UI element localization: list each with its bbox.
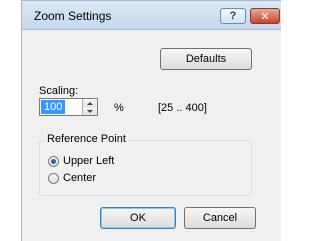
close-icon: ✕ bbox=[260, 10, 270, 23]
help-icon: ? bbox=[229, 10, 237, 22]
spin-down-button[interactable] bbox=[83, 107, 97, 115]
radio-button-upper-left[interactable] bbox=[48, 155, 59, 167]
spin-buttons bbox=[82, 99, 97, 115]
defaults-button[interactable]: Defaults bbox=[160, 48, 252, 70]
scaling-range-label: [25 .. 400] bbox=[158, 102, 207, 114]
reference-point-legend: Reference Point bbox=[45, 133, 128, 145]
percent-unit-label: % bbox=[114, 102, 124, 114]
help-button[interactable]: ? bbox=[220, 8, 246, 24]
radio-selected-dot bbox=[51, 158, 56, 164]
cancel-button[interactable]: Cancel bbox=[184, 207, 256, 229]
radio-upper-left[interactable]: Upper Left bbox=[48, 155, 114, 167]
ok-button[interactable]: OK bbox=[100, 207, 176, 229]
reference-point-group bbox=[39, 140, 252, 196]
zoom-settings-dialog: Zoom Settings ? ✕ bbox=[21, 0, 281, 241]
window-title: Zoom Settings bbox=[34, 9, 112, 23]
radio-center-label[interactable]: Center bbox=[63, 172, 96, 184]
radio-upper-left-label[interactable]: Upper Left bbox=[63, 155, 114, 167]
title-bar[interactable]: Zoom Settings ? ✕ bbox=[22, 1, 281, 30]
scaling-label: Scaling: bbox=[39, 85, 79, 97]
scaling-spinbox[interactable]: 100 bbox=[39, 98, 98, 116]
arrow-down-icon bbox=[87, 109, 93, 113]
close-button[interactable]: ✕ bbox=[250, 8, 280, 24]
radio-button-center[interactable] bbox=[48, 172, 59, 184]
arrow-up-icon bbox=[87, 101, 93, 105]
radio-center[interactable]: Center bbox=[48, 172, 96, 184]
scaling-value-input[interactable]: 100 bbox=[41, 100, 66, 114]
